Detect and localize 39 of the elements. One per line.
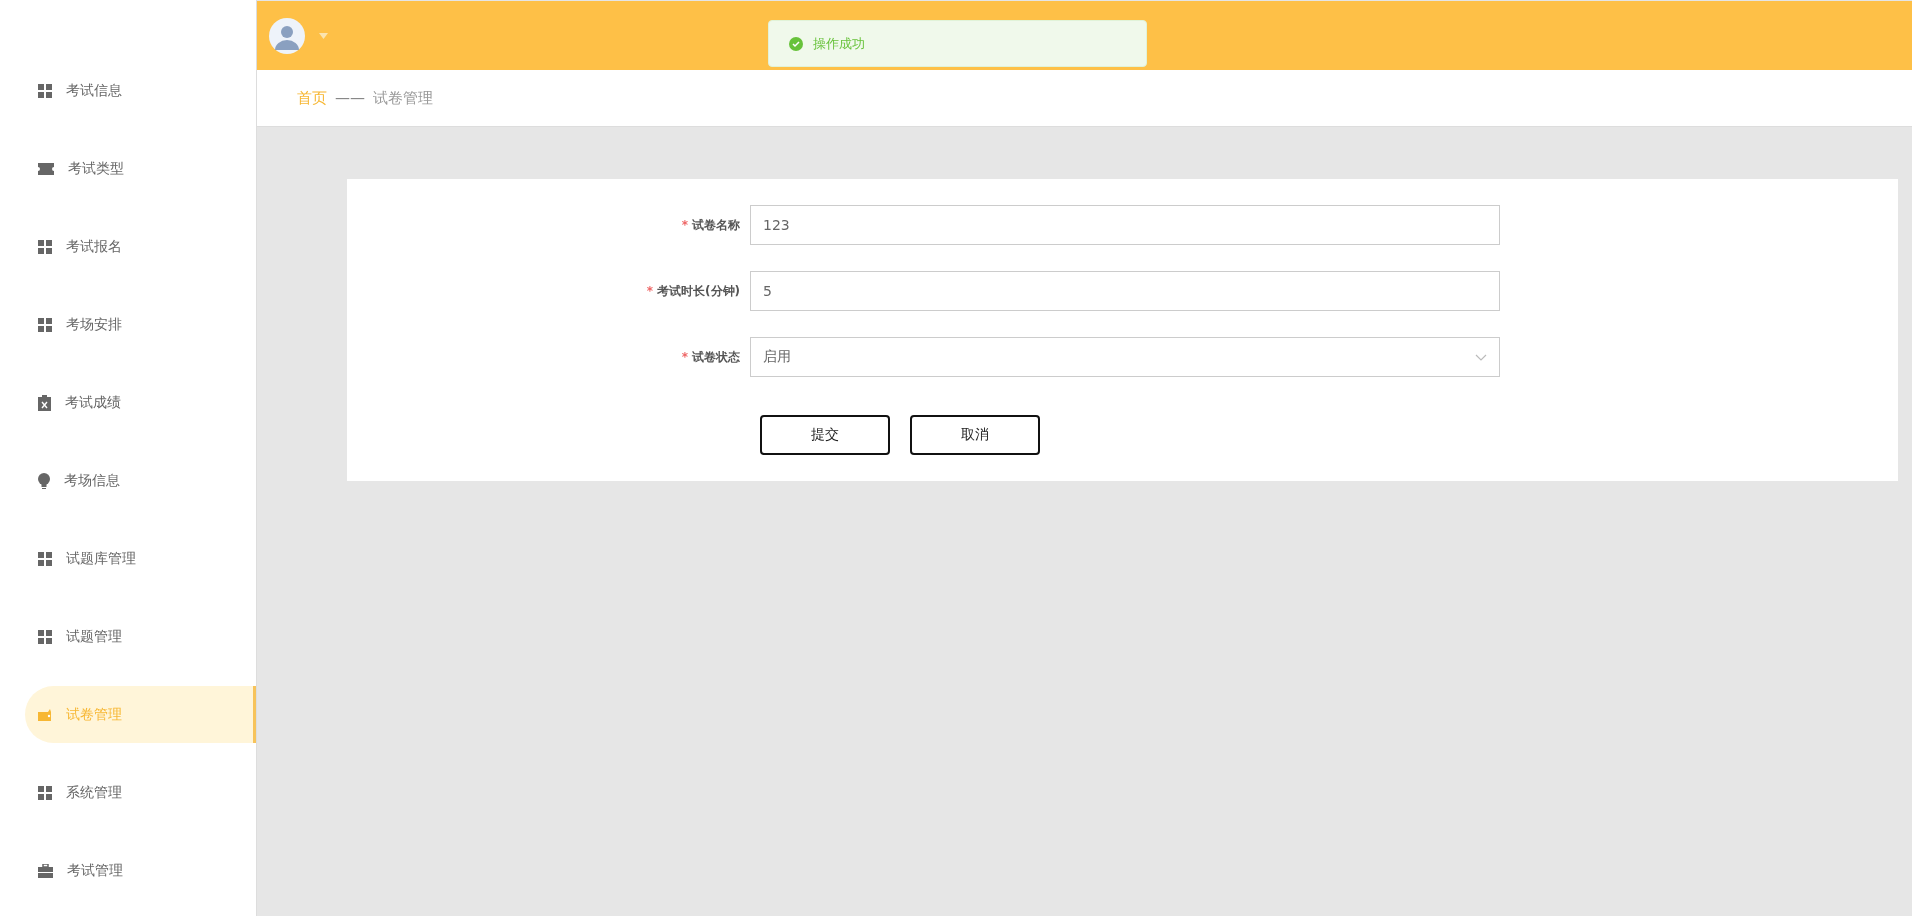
grid-icon bbox=[38, 551, 52, 566]
required-mark: * bbox=[646, 283, 654, 298]
cancel-button[interactable]: 取消 bbox=[910, 415, 1040, 455]
ticket-icon bbox=[38, 162, 54, 175]
sidebar-item[interactable]: 考试管理 bbox=[25, 842, 256, 899]
grid-icon bbox=[38, 785, 52, 800]
required-mark: * bbox=[681, 217, 688, 232]
grid-icon bbox=[38, 239, 52, 254]
required-mark: * bbox=[681, 349, 688, 364]
breadcrumb-separator: —— bbox=[335, 89, 365, 107]
grid-icon bbox=[38, 83, 52, 98]
select-field[interactable]: 启用 bbox=[750, 337, 1500, 377]
field-label-text: 试卷名称 bbox=[692, 217, 740, 232]
sidebar-item[interactable]: 考试信息 bbox=[25, 62, 256, 119]
submit-button[interactable]: 提交 bbox=[760, 415, 890, 455]
wallet-icon bbox=[38, 708, 52, 721]
chevron-down-icon bbox=[1475, 353, 1487, 361]
sidebar-item[interactable]: 考试类型 bbox=[25, 140, 256, 197]
grid-icon bbox=[38, 317, 52, 332]
clipboard-icon bbox=[38, 394, 51, 411]
avatar-icon[interactable] bbox=[269, 17, 305, 54]
input-field[interactable]: 123 bbox=[750, 205, 1500, 245]
grid-icon bbox=[38, 629, 52, 644]
caret-icon[interactable] bbox=[319, 32, 328, 39]
sidebar-item[interactable]: 考试报名 bbox=[25, 218, 256, 275]
sidebar-item[interactable]: 考场安排 bbox=[25, 296, 256, 353]
field-label-text: 考试时长(分钟) bbox=[657, 283, 740, 298]
sidebar-item[interactable]: 系统管理 bbox=[25, 764, 256, 821]
check-circle-icon bbox=[789, 36, 803, 51]
field-label-text: 试卷状态 bbox=[692, 349, 740, 364]
sidebar-item[interactable]: 试题库管理 bbox=[25, 530, 256, 587]
toast-message: 操作成功 bbox=[813, 34, 865, 53]
briefcase-icon bbox=[38, 863, 53, 878]
sidebar-item[interactable]: 考试成绩 bbox=[25, 374, 256, 431]
lightbulb-icon bbox=[38, 472, 50, 489]
input-field[interactable]: 5 bbox=[750, 271, 1500, 311]
sidebar-item[interactable]: 考场信息 bbox=[25, 452, 256, 509]
sidebar-item[interactable]: 试题管理 bbox=[25, 608, 256, 665]
breadcrumb-current: 试卷管理 bbox=[373, 88, 433, 108]
